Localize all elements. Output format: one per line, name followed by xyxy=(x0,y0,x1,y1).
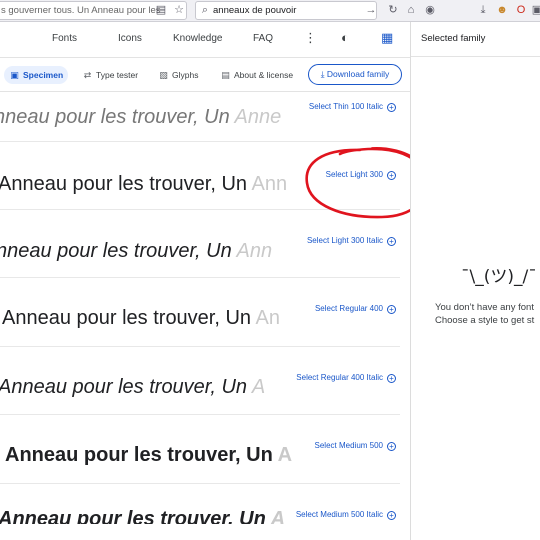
specimen-icon: ▣ xyxy=(10,70,19,80)
type-tester-icon: ⇄ xyxy=(83,70,92,80)
select-style-button[interactable]: Select Light 300 Italic + xyxy=(302,236,396,246)
specimen-row: Anneau pour les trouver, Un Ann Select L… xyxy=(0,142,400,210)
empty-state-message: You don’t have any font Choose a style t… xyxy=(435,301,534,327)
extension-icon[interactable]: ◉ xyxy=(423,3,437,17)
bookmark-star-icon[interactable]: ☆ xyxy=(172,3,186,17)
empty-line-1: You don’t have any font xyxy=(435,302,534,313)
select-style-button[interactable]: Select Regular 400 Italic + xyxy=(292,373,396,383)
go-arrow-icon[interactable]: → xyxy=(364,3,378,17)
search-text: anneaux de pouvoir xyxy=(213,5,297,16)
tab-specimen[interactable]: ▣ Specimen xyxy=(4,66,69,84)
selected-family-panel: Selected family ¯\_(ツ)_/¯ You don’t have… xyxy=(410,22,540,540)
select-style-label: Select Light 300 Italic xyxy=(306,236,383,245)
select-style-button[interactable]: Select Light 300 + xyxy=(321,170,396,180)
add-circle-icon: + xyxy=(387,374,396,383)
select-style-button[interactable]: Select Medium 500 + xyxy=(310,441,396,451)
download-family-button[interactable]: ⤓ Download family xyxy=(308,64,402,85)
tab-specimen-label: Specimen xyxy=(23,70,64,80)
add-circle-icon: + xyxy=(387,103,396,112)
reader-mode-icon[interactable]: ▤ xyxy=(154,3,168,17)
nav-fonts[interactable]: Fonts xyxy=(52,33,77,44)
select-style-button[interactable]: Select Regular 400 + xyxy=(310,304,396,314)
address-text: s gouverner tous. Un Anneau pour les tr xyxy=(1,5,161,16)
site-nav: Fonts Icons Knowledge FAQ ⋮ ◐ ▦ xyxy=(0,22,410,58)
add-circle-icon: + xyxy=(387,305,396,314)
specimen-row: nneau pour les trouver, Un Anne Select T… xyxy=(0,92,400,142)
select-style-label: Select Thin 100 Italic xyxy=(308,102,383,111)
nav-faq[interactable]: FAQ xyxy=(253,33,273,44)
specimen-row: nneau pour les trouver, Un Ann Select Li… xyxy=(0,210,400,278)
home-icon[interactable]: ⌂ xyxy=(404,3,418,17)
tab-type-tester[interactable]: ⇄ Type tester xyxy=(82,66,138,84)
specimen-row: Anneau pour les trouver, Un A Select Med… xyxy=(0,415,400,484)
reload-icon[interactable]: ↻ xyxy=(386,3,400,17)
search-field[interactable]: anneaux de pouvoir xyxy=(195,1,377,20)
addon-icon[interactable]: ▣ xyxy=(530,3,540,17)
tab-about[interactable]: ▤ About & license xyxy=(220,66,293,84)
select-style-label: Select Light 300 xyxy=(325,170,383,179)
opera-icon[interactable]: O xyxy=(514,3,528,17)
add-circle-icon: + xyxy=(387,511,396,520)
specimen-sample: Anneau pour les trouver, Un A xyxy=(0,376,266,398)
panel-title: Selected family xyxy=(421,33,486,44)
specimen-sample: Anneau pour les trouver, Un Ann xyxy=(0,173,288,195)
glyphs-icon: ▧ xyxy=(159,70,168,80)
theme-toggle-icon[interactable]: ◐ xyxy=(341,30,349,45)
profile-icon[interactable]: ☻ xyxy=(495,3,509,17)
specimen-sample: nneau pour les trouver, Un Anne xyxy=(0,106,282,128)
specimen-sample: nneau pour les trouver, Un Ann xyxy=(0,240,273,262)
empty-line-2: Choose a style to get st xyxy=(435,315,535,326)
about-icon: ▤ xyxy=(221,70,230,80)
specimen-row: Anneau pour les trouver, Un An Select Re… xyxy=(0,278,400,347)
shrug-emoticon: ¯\_(ツ)_/¯ xyxy=(461,267,537,287)
downloads-icon[interactable]: ⤓ xyxy=(476,3,490,17)
panel-divider xyxy=(411,56,540,57)
select-style-label: Select Medium 500 Italic xyxy=(295,510,383,519)
specimen-row: Anneau pour les trouver, Un A Select Reg… xyxy=(0,347,400,415)
tab-about-label: About & license xyxy=(234,70,294,80)
specimen-list: nneau pour les trouver, Un Anne Select T… xyxy=(0,92,410,524)
specimen-sample: Anneau pour les trouver, Un An xyxy=(2,307,280,329)
nav-icons[interactable]: Icons xyxy=(118,33,142,44)
tab-type-tester-label: Type tester xyxy=(96,70,139,80)
nav-knowledge[interactable]: Knowledge xyxy=(173,33,222,44)
select-style-label: Select Regular 400 xyxy=(314,304,383,313)
specimen-sample: Anneau pour les trouver, Un A xyxy=(5,444,293,466)
add-circle-icon: + xyxy=(387,442,396,451)
add-circle-icon: + xyxy=(387,171,396,180)
download-icon: ⤓ xyxy=(320,69,325,79)
specimen-row: Anneau pour les trouver, Un A Select Med… xyxy=(0,484,400,524)
add-circle-icon: + xyxy=(387,237,396,246)
more-vert-icon[interactable]: ⋮ xyxy=(304,30,317,46)
select-style-button[interactable]: Select Thin 100 Italic + xyxy=(304,102,396,112)
search-icon: ⌕ xyxy=(201,4,209,16)
specimen-sample: Anneau pour les trouver, Un A xyxy=(0,508,286,524)
select-style-label: Select Medium 500 xyxy=(314,441,383,450)
tab-glyphs[interactable]: ▧ Glyphs xyxy=(158,66,198,84)
browser-toolbar: s gouverner tous. Un Anneau pour les tr … xyxy=(0,0,540,22)
tab-glyphs-label: Glyphs xyxy=(172,70,199,80)
select-style-label: Select Regular 400 Italic xyxy=(296,373,383,382)
apps-grid-icon[interactable]: ▦ xyxy=(381,30,393,46)
download-family-label: Download family xyxy=(326,69,390,79)
select-style-button[interactable]: Select Medium 500 Italic + xyxy=(291,510,396,520)
